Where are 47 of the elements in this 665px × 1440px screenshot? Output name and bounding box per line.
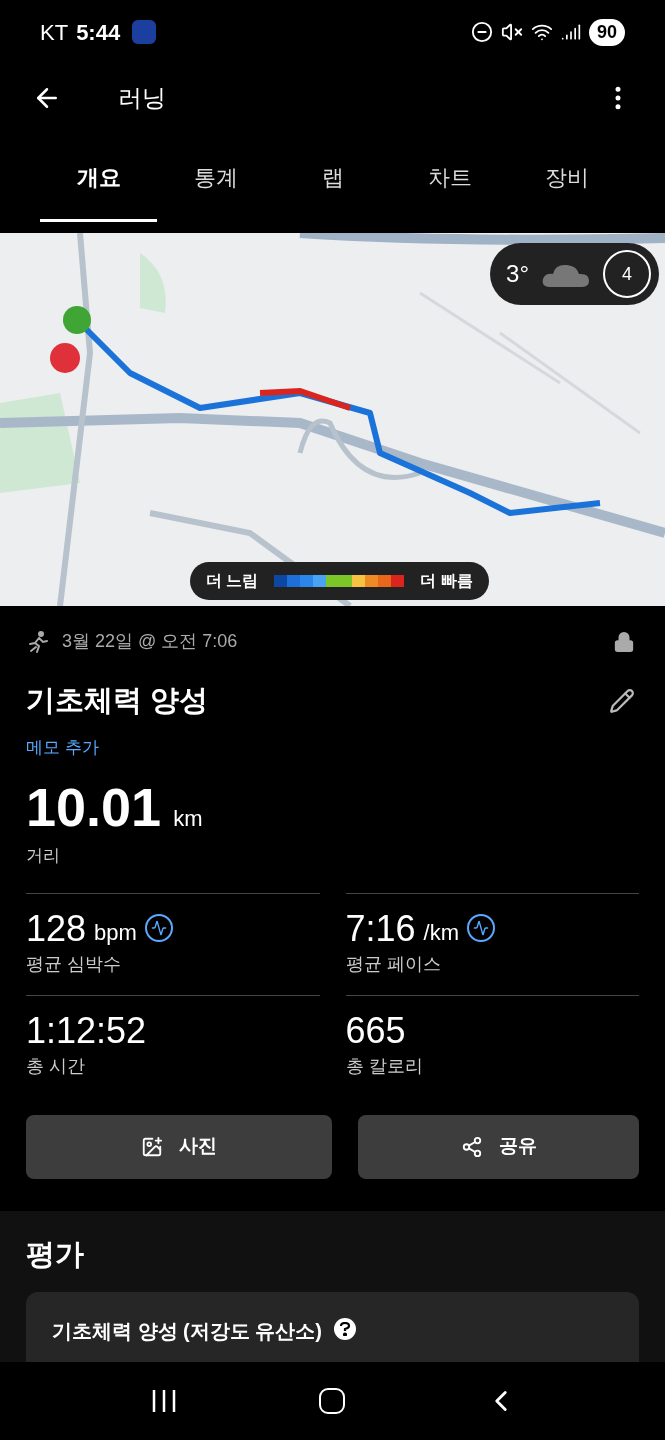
tab[interactable]: 랩 [274,135,391,222]
recent-apps-icon[interactable] [151,1389,178,1413]
fast-label: 더 빠름 [420,571,473,591]
share-button[interactable]: 공유 [358,1114,639,1179]
temperature-text: 3° [506,259,529,289]
carrier-text: KT [40,18,69,47]
add-memo-link[interactable]: 메모 추가 [26,734,99,760]
page-title: 러닝 [118,82,166,113]
battery-indicator: 90 [588,18,625,46]
tab[interactable]: 통계 [157,135,274,222]
stat-value: 1:12:52 [26,1008,147,1053]
stat-label: 총 칼로리 [345,1054,423,1078]
share-icon [460,1135,483,1158]
wind-indicator: 4 [603,250,651,298]
stat-label: 평균 심박수 [26,952,121,976]
graph-icon[interactable] [144,914,173,942]
help-icon[interactable] [334,1318,356,1340]
stat-label: 총 시간 [26,1054,85,1078]
photo-button[interactable]: 사진 [26,1114,332,1179]
app-icon [132,20,157,44]
distance-value: 10.01 [26,780,162,834]
stat-unit: bpm [94,918,137,947]
activity-title: 기초체력 양성 [26,683,209,718]
home-icon[interactable] [319,1388,346,1414]
slow-label: 더 느림 [206,571,259,591]
edit-icon[interactable] [609,687,635,714]
stat-value: 7:16 [345,906,416,951]
stat-value: 128 [26,906,87,951]
distance-label: 거리 [26,845,60,867]
section-heading: 평가 [26,1236,84,1272]
stat-label: 평균 페이스 [345,952,441,976]
mute-icon [500,21,523,43]
tab[interactable]: 개요 [40,135,157,222]
signal-icon [560,22,581,42]
lock-icon [613,630,635,653]
clock-time: 5:44 [76,18,121,47]
card-title: 기초체력 양성 (저강도 유산소) [52,1319,322,1344]
activity-date: 3월 22일 @ 오전 7:06 [62,630,238,653]
tab[interactable]: 차트 [391,135,508,222]
stat-value: 665 [345,1008,406,1053]
graph-icon[interactable] [467,914,496,942]
add-image-icon [141,1135,163,1158]
running-icon [26,629,50,654]
do-not-disturb-icon [470,21,493,43]
tab[interactable]: 장비 [508,135,625,222]
distance-unit: km [173,805,203,833]
stat-unit: /km [423,918,460,947]
